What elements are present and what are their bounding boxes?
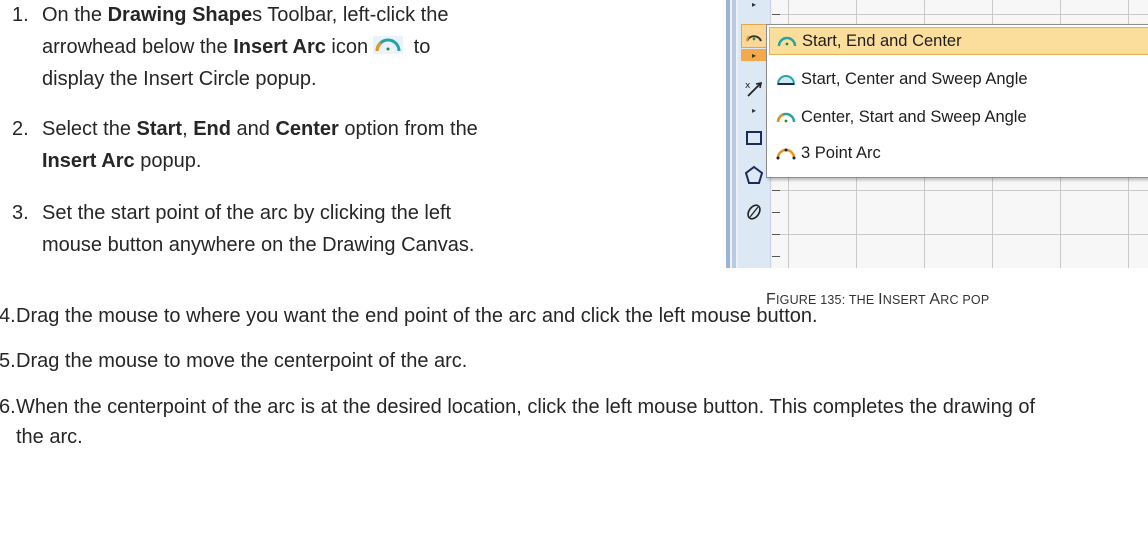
dropdown-arrow-icon[interactable]: ▸	[741, 49, 767, 61]
figure-caption: FIGURE 135: THE INSERT ARC POP	[766, 291, 990, 308]
menu-item-label: 3 Point Arc	[801, 143, 881, 162]
step-line: arrowhead below the Insert Arc icon to	[42, 36, 431, 58]
arc-start-center-sweep-icon	[776, 75, 796, 85]
step-line: On the Drawing Shapes Toolbar, left-clic…	[42, 4, 449, 26]
step-number: 2.	[12, 118, 29, 140]
step-2: 2. Select the Start, End and Center opti…	[12, 114, 712, 178]
freehand-icon[interactable]	[741, 200, 767, 224]
step-number: 3.	[12, 202, 29, 224]
insert-arc-popup: Start, End and Center Start, Center and …	[766, 24, 1148, 178]
window-edge	[732, 0, 736, 268]
step-line: display the Insert Circle popup.	[42, 68, 317, 90]
step-text: Drag the mouse to move the centerpoint o…	[16, 350, 468, 372]
insert-line-icon[interactable]: x	[741, 77, 767, 101]
step-3: 3. Set the start point of the arc by cli…	[12, 198, 712, 262]
dropdown-arrow-icon[interactable]: ▸	[741, 0, 767, 10]
insert-arc-screenshot: ▸ ▸ x ▸ Start, End and Center Start, Cen…	[726, 0, 1148, 268]
menu-item-start-center-sweep[interactable]: Start, Center and Sweep Angle	[769, 65, 1148, 93]
step-5: 5. Drag the mouse to move the centerpoin…	[0, 346, 1147, 378]
insert-arc-icon	[373, 36, 404, 54]
step-number: 4.	[0, 305, 16, 327]
insert-arc-icon[interactable]	[741, 24, 767, 48]
dropdown-arrow-icon[interactable]: ▸	[741, 104, 767, 116]
arc-start-end-center-icon	[777, 36, 797, 47]
menu-item-center-start-sweep[interactable]: Center, Start and Sweep Angle	[769, 103, 1148, 131]
step-line: Insert Arc popup.	[42, 150, 202, 172]
arc-center-start-sweep-icon	[776, 112, 796, 123]
step-text: When the centerpoint of the arc is at th…	[16, 396, 1036, 448]
step-number: 1.	[12, 4, 29, 26]
menu-item-label: Start, End and Center	[802, 31, 962, 50]
menu-item-3-point-arc[interactable]: 3 Point Arc	[769, 139, 1148, 167]
rectangle-icon[interactable]	[741, 126, 767, 150]
step-line: mouse button anywhere on the Drawing Can…	[42, 234, 475, 256]
menu-item-label: Center, Start and Sweep Angle	[801, 107, 1027, 126]
step-number: 6.	[0, 396, 16, 418]
step-1: 1. On the Drawing Shapes Toolbar, left-c…	[12, 0, 712, 96]
step-text: Drag the mouse to where you want the end…	[16, 305, 818, 327]
step-number: 5.	[0, 350, 16, 372]
step-6: 6. When the centerpoint of the arc is at…	[0, 392, 1147, 456]
step-line: Set the start point of the arc by clicki…	[42, 202, 452, 224]
arc-3-point-icon	[776, 148, 796, 160]
menu-item-label: Start, Center and Sweep Angle	[801, 69, 1028, 88]
window-edge	[726, 0, 730, 268]
pentagon-icon[interactable]	[741, 163, 767, 187]
step-line: Select the Start, End and Center option …	[42, 118, 478, 140]
menu-item-start-end-center[interactable]: Start, End and Center	[769, 27, 1148, 55]
svg-text:x: x	[745, 81, 751, 91]
